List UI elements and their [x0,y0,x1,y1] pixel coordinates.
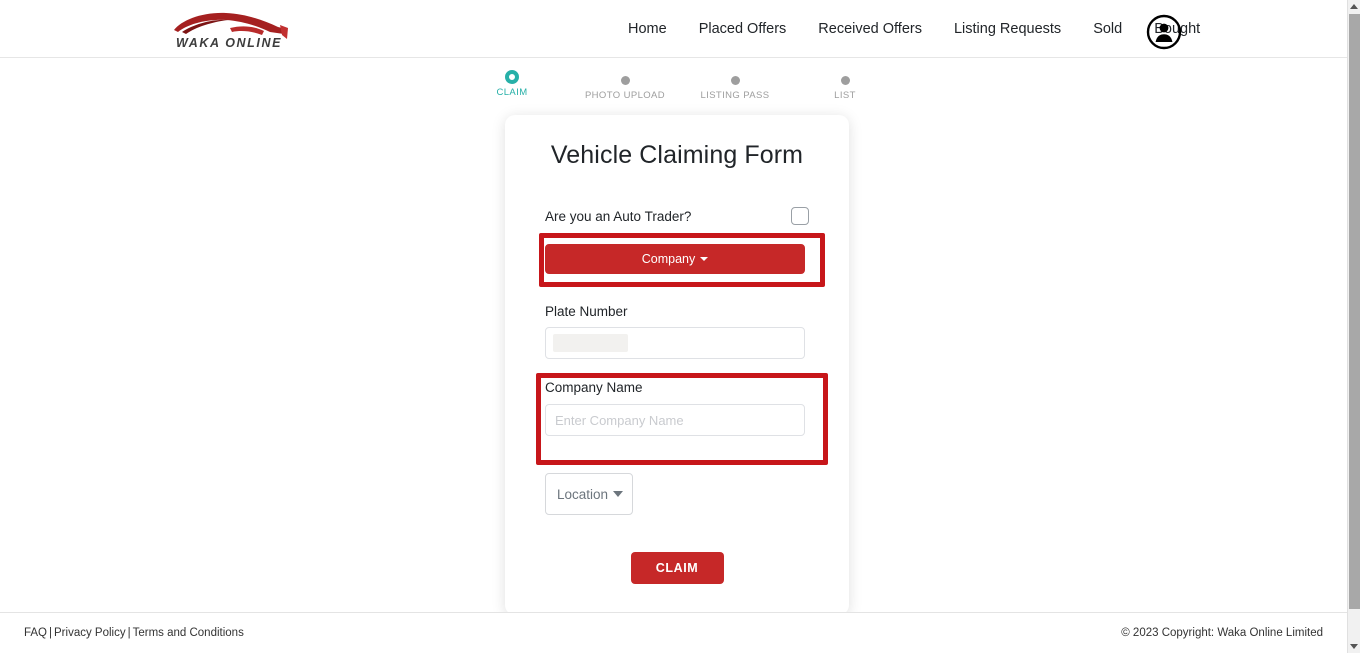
progress-stepper: CLAIM PHOTO UPLOAD LISTING PASS LIST [0,66,1347,142]
auto-trader-checkbox[interactable] [791,207,809,225]
chevron-down-icon [613,491,623,497]
stepper-label-listing-pass: LISTING PASS [700,90,770,101]
company-name-label: Company Name [545,380,643,395]
chevron-down-icon [700,257,709,261]
footer-separator-1: | [49,627,53,639]
footer-links: FAQ | Privacy Policy | Terms and Conditions [24,627,244,639]
location-select[interactable]: Location [545,473,633,515]
top-navigation-bar: WAKA ONLINE Home Placed Offers Received … [0,0,1347,58]
stepper-dot-list [785,72,905,88]
stepper-dot-photo-upload [565,72,685,88]
company-name-field-group: Company Name [545,380,809,436]
main-nav-links: Home Placed Offers Received Offers Listi… [612,0,1216,58]
scrollbar-thumb[interactable] [1349,14,1360,609]
footer-link-privacy-policy[interactable]: Privacy Policy [54,627,126,639]
stepper-step-claim[interactable]: CLAIM [452,69,572,98]
company-dropdown-button[interactable]: Company [545,244,805,274]
page-title: Vehicle Claiming Form [550,141,804,169]
nav-item-placed-offers[interactable]: Placed Offers [683,0,803,58]
submit-row: CLAIM [545,552,809,584]
plate-number-input[interactable] [545,327,805,359]
company-name-input[interactable] [545,404,805,436]
nav-item-home[interactable]: Home [612,0,683,58]
nav-item-sold[interactable]: Sold [1077,0,1138,58]
stepper-step-photo-upload[interactable]: PHOTO UPLOAD [565,72,685,101]
page-footer: FAQ | Privacy Policy | Terms and Conditions … [0,612,1347,653]
stepper-dot-listing-pass [675,72,795,88]
footer-separator-2: | [127,627,131,639]
svg-text:WAKA ONLINE: WAKA ONLINE [176,36,282,50]
stepper-step-list[interactable]: LIST [785,72,905,101]
nav-item-listing-requests[interactable]: Listing Requests [938,0,1077,58]
stepper-dot-claim [452,69,572,85]
stepper-label-list: LIST [834,90,856,101]
footer-link-terms-and-conditions[interactable]: Terms and Conditions [133,627,244,639]
location-field-group: Location [545,473,809,515]
stepper-step-listing-pass[interactable]: LISTING PASS [675,72,795,101]
plate-number-field-group: Plate Number [545,304,809,359]
scroll-up-arrow-icon[interactable] [1350,4,1358,9]
company-dropdown-row: Company [545,244,809,274]
waka-online-logo-icon: WAKA ONLINE [174,12,288,50]
account-circle-icon[interactable] [1146,14,1182,50]
nav-item-received-offers[interactable]: Received Offers [802,0,938,58]
footer-copyright: © 2023 Copyright: Waka Online Limited [1121,627,1323,639]
auto-trader-label: Are you an Auto Trader? [545,208,692,224]
scroll-down-arrow-icon[interactable] [1350,644,1358,649]
footer-link-faq[interactable]: FAQ [24,627,47,639]
company-dropdown-label: Company [641,252,696,266]
vehicle-claiming-card: Vehicle Claiming Form Are you an Auto Tr… [505,115,849,615]
brand-logo[interactable]: WAKA ONLINE [168,8,296,50]
vertical-scrollbar[interactable] [1347,0,1360,653]
plate-number-label: Plate Number [545,304,628,319]
location-select-label: Location [557,486,609,502]
page-root: WAKA ONLINE Home Placed Offers Received … [0,0,1360,653]
stepper-label-claim: CLAIM [496,87,528,98]
claim-submit-button[interactable]: CLAIM [630,552,724,584]
stepper-label-photo-upload: PHOTO UPLOAD [584,90,666,101]
auto-trader-row: Are you an Auto Trader? [545,207,809,225]
